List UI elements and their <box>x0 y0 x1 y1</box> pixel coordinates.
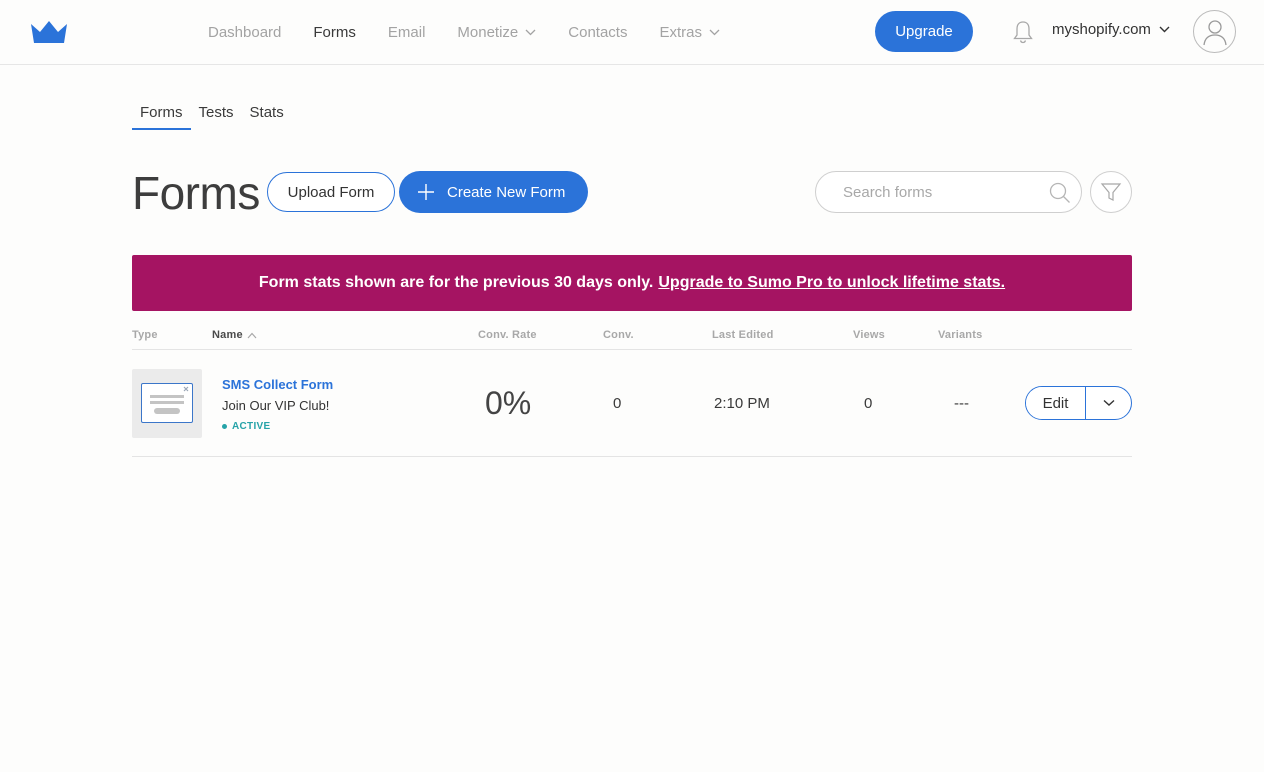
last-edited-value: 2:10 PM <box>714 395 770 412</box>
status-badge: ACTIVE <box>222 421 270 432</box>
page-title: Forms <box>132 167 260 219</box>
tab-forms[interactable]: Forms <box>132 96 191 130</box>
table-header: Type Name Conv. Rate Conv. Last Edited V… <box>132 326 1132 350</box>
column-header-conv-rate[interactable]: Conv. Rate <box>478 329 537 341</box>
upload-form-button[interactable]: Upload Form <box>267 172 395 212</box>
sort-ascending-icon <box>247 332 257 338</box>
user-icon <box>1202 19 1227 45</box>
table-row: SMS Collect Form Join Our VIP Club! ACTI… <box>132 350 1132 457</box>
column-header-conv[interactable]: Conv. <box>603 329 634 341</box>
status-label: ACTIVE <box>232 421 271 432</box>
search-input[interactable] <box>843 172 1043 212</box>
avatar[interactable] <box>1193 10 1236 53</box>
nav-item-extras[interactable]: Extras <box>659 24 720 41</box>
nav-item-label: Dashboard <box>208 23 282 41</box>
status-dot-icon <box>222 424 227 429</box>
top-navbar: Dashboard Forms Email Monetize Contacts … <box>0 0 1264 65</box>
bell-icon[interactable] <box>1012 20 1034 44</box>
column-header-name-label: Name <box>212 329 243 341</box>
nav-item-monetize[interactable]: Monetize <box>457 24 536 41</box>
create-new-form-label: Create New Form <box>447 183 566 201</box>
nav-item-dashboard[interactable]: Dashboard <box>208 24 281 41</box>
nav-item-label: Extras <box>659 23 702 41</box>
conv-rate-value: 0% <box>485 385 532 421</box>
conv-value: 0 <box>613 395 622 412</box>
nav-item-label: Monetize <box>457 23 519 41</box>
search-box <box>815 171 1082 213</box>
filter-icon <box>1100 183 1122 201</box>
views-value: 0 <box>864 395 873 412</box>
form-subtitle: Join Our VIP Club! <box>222 398 330 413</box>
stats-upgrade-banner: Form stats shown are for the previous 30… <box>132 255 1132 311</box>
main-nav: Dashboard Forms Email Monetize Contacts … <box>208 0 752 64</box>
chevron-down-icon <box>1103 399 1114 406</box>
nav-item-contacts[interactable]: Contacts <box>568 24 627 41</box>
banner-upgrade-link[interactable]: Upgrade to Sumo Pro to unlock lifetime s… <box>658 274 1005 292</box>
column-header-variants[interactable]: Variants <box>938 329 982 341</box>
nav-item-label: Forms <box>313 23 356 41</box>
site-selector[interactable]: myshopify.com <box>1052 21 1170 38</box>
variants-value: --- <box>954 395 969 412</box>
nav-item-label: Email <box>387 23 426 41</box>
popup-form-icon <box>141 383 193 423</box>
create-new-form-button[interactable]: Create New Form <box>399 171 588 213</box>
upgrade-button[interactable]: Upgrade <box>875 11 973 52</box>
search-icon[interactable] <box>1049 182 1071 204</box>
edit-button[interactable]: Edit <box>1026 387 1086 419</box>
banner-text: Form stats shown are for the previous 30… <box>258 274 654 291</box>
nav-item-label: Contacts <box>568 23 628 41</box>
forms-subtabs: Forms Tests Stats <box>132 96 292 130</box>
chevron-down-icon <box>709 29 720 35</box>
column-header-name[interactable]: Name <box>212 329 257 341</box>
sumo-crown-logo[interactable] <box>30 19 68 45</box>
nav-item-email[interactable]: Email <box>388 24 426 41</box>
more-actions-dropdown[interactable] <box>1086 387 1131 419</box>
tab-stats[interactable]: Stats <box>242 96 292 130</box>
column-header-views[interactable]: Views <box>853 329 885 341</box>
chevron-down-icon <box>525 29 536 35</box>
plus-icon <box>418 184 434 200</box>
filter-button[interactable] <box>1090 171 1132 213</box>
column-header-last-edited[interactable]: Last Edited <box>712 329 774 341</box>
site-label: myshopify.com <box>1052 21 1151 38</box>
tab-tests[interactable]: Tests <box>191 96 242 130</box>
nav-item-forms[interactable]: Forms <box>313 24 356 41</box>
column-header-type[interactable]: Type <box>132 329 158 341</box>
form-type-thumbnail[interactable] <box>132 369 202 438</box>
form-name-link[interactable]: SMS Collect Form <box>222 377 333 392</box>
edit-button-group: Edit <box>1025 386 1132 420</box>
chevron-down-icon <box>1159 26 1170 33</box>
